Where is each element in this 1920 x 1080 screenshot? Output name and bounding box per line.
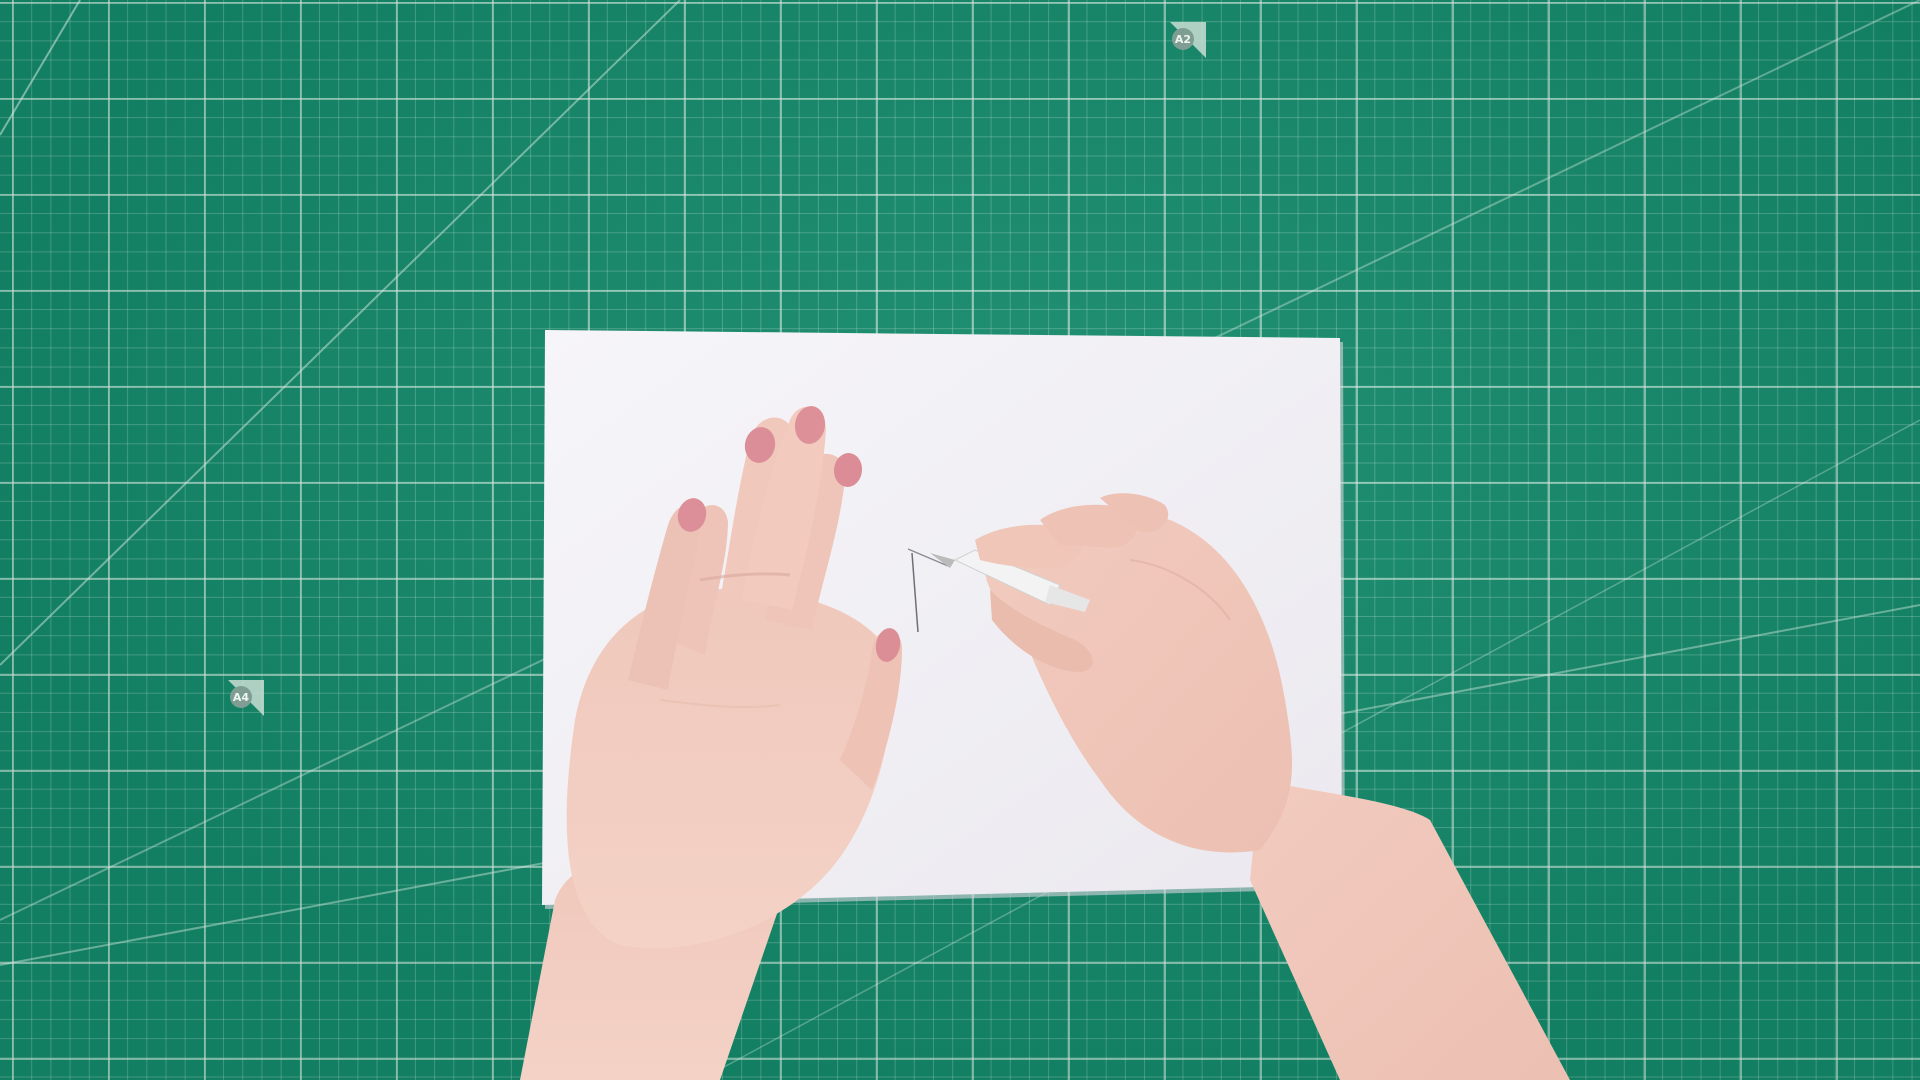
photo-scene xyxy=(520,330,1570,1080)
